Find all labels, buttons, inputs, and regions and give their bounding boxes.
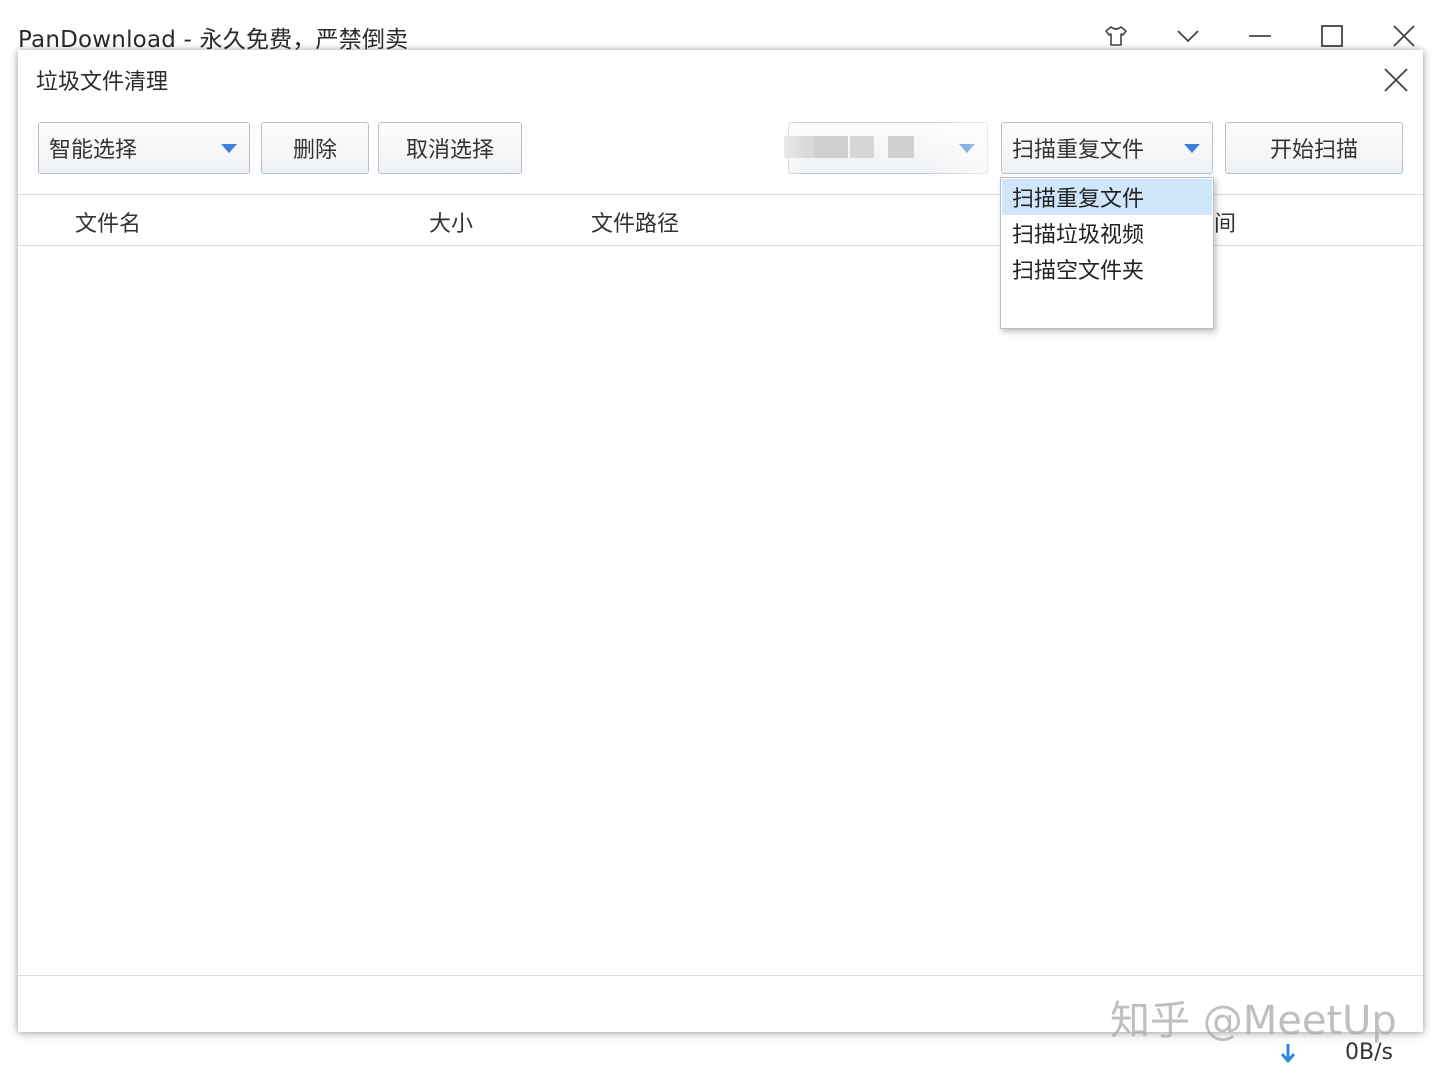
- app-title: PanDownload - 永久免费，严禁倒卖: [18, 27, 409, 53]
- column-header-time[interactable]: 间: [1214, 206, 1236, 238]
- delete-button[interactable]: 删除: [261, 122, 369, 174]
- dropdown-option-empty-folder[interactable]: 扫描空文件夹: [1002, 251, 1212, 287]
- scan-type-combo[interactable]: 扫描重复文件: [1001, 122, 1213, 174]
- watermark: 知乎 @MeetUp: [1110, 998, 1397, 1044]
- download-arrow-icon: [1278, 1042, 1298, 1066]
- column-header-size[interactable]: 大小: [429, 206, 473, 238]
- start-scan-button[interactable]: 开始扫描: [1225, 122, 1403, 174]
- smart-select-combo[interactable]: 智能选择: [38, 122, 250, 174]
- cancel-select-button[interactable]: 取消选择: [378, 122, 522, 174]
- dropdown-option-junk-video[interactable]: 扫描垃圾视频: [1002, 215, 1212, 251]
- file-list[interactable]: [18, 247, 1423, 975]
- redacted-content: [760, 122, 990, 174]
- dropdown-option-duplicate[interactable]: 扫描重复文件: [1002, 179, 1212, 215]
- column-header-path[interactable]: 文件路径: [591, 206, 679, 238]
- download-speed: 0B/s: [1345, 1040, 1393, 1065]
- dialog-title: 垃圾文件清理: [36, 70, 169, 95]
- dialog-close-icon[interactable]: [1376, 60, 1416, 100]
- dropdown-arrow-icon: [1184, 144, 1200, 153]
- scan-type-label: 扫描重复文件: [1012, 138, 1145, 163]
- smart-select-label: 智能选择: [49, 138, 138, 163]
- column-header-filename[interactable]: 文件名: [75, 206, 141, 238]
- dropdown-arrow-icon: [221, 144, 237, 153]
- scan-type-dropdown: 扫描重复文件 扫描垃圾视频 扫描空文件夹: [1000, 177, 1214, 329]
